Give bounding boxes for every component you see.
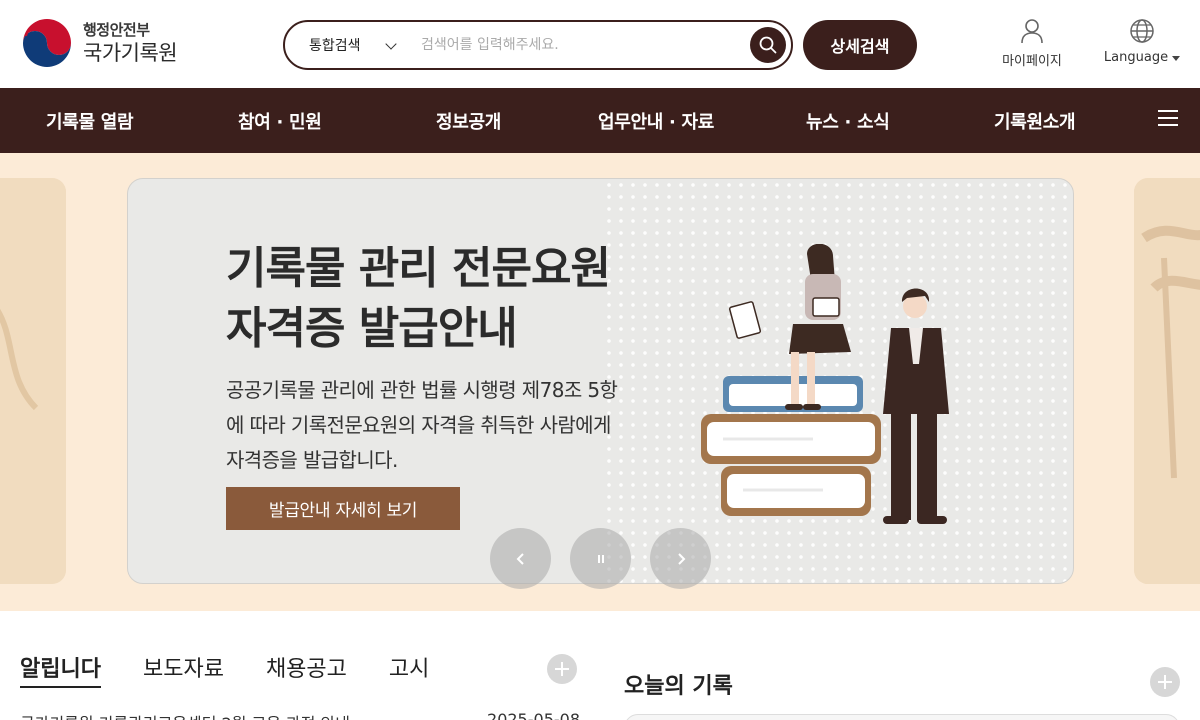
carousel-next-button[interactable] bbox=[650, 528, 711, 589]
search-icon bbox=[759, 36, 777, 54]
detail-search-button[interactable]: 상세검색 bbox=[803, 20, 917, 70]
banner-desc-line: 공공기록물 관리에 관한 법률 시행령 제78조 5항 bbox=[226, 378, 618, 402]
banner-desc-line: 자격증을 발급합니다. bbox=[226, 448, 398, 472]
today-record-title: 오늘의 기록 bbox=[624, 674, 733, 699]
banner-title: 기록물 관리 전문요원 자격증 발급안내 bbox=[226, 239, 611, 359]
notice-tabs: 알립니다 보도자료 채용공고 고시 bbox=[20, 651, 471, 688]
hamburger-menu-icon[interactable] bbox=[1158, 110, 1178, 128]
banner-title-line: 자격증 발급안내 bbox=[226, 303, 518, 354]
search-input[interactable] bbox=[407, 22, 750, 68]
globe-icon bbox=[1130, 19, 1154, 43]
tab-job-postings[interactable]: 채용공고 bbox=[266, 651, 347, 688]
banner-prev-slide-preview[interactable] bbox=[0, 178, 66, 584]
notice-item-date: 2025-05-08 bbox=[487, 710, 580, 720]
caret-down-icon bbox=[1172, 55, 1181, 61]
mypage-label: 마이페이지 bbox=[1002, 54, 1062, 69]
carousel-prev-button[interactable] bbox=[490, 528, 551, 589]
banner-cta-button[interactable]: 발급안내 자세히 보기 bbox=[226, 487, 460, 530]
nav-item-participation[interactable]: 참여 · 민원 bbox=[238, 88, 322, 153]
today-record-card[interactable] bbox=[624, 714, 1180, 720]
search-button[interactable] bbox=[750, 27, 786, 63]
site-logo[interactable]: 행정안전부 국가기록원 bbox=[20, 16, 178, 70]
notice-more-button[interactable] bbox=[547, 654, 577, 684]
logo-ministry-text: 행정안전부 bbox=[83, 20, 150, 39]
banner-carousel: 기록물 관리 전문요원 자격증 발급안내 공공기록물 관리에 관한 법률 시행령… bbox=[0, 153, 1200, 611]
search-category-label: 통합검색 bbox=[309, 38, 361, 54]
search-category-select[interactable]: 통합검색 bbox=[285, 22, 407, 68]
banner-desc-line: 에 따라 기록전문요원의 자격을 취득한 사람에게 bbox=[226, 413, 611, 437]
banner-slide-active: 기록물 관리 전문요원 자격증 발급안내 공공기록물 관리에 관한 법률 시행령… bbox=[127, 178, 1074, 584]
today-record-more-button[interactable] bbox=[1150, 667, 1180, 697]
tree-painting-image bbox=[1134, 178, 1200, 584]
mypage-link[interactable]: 마이페이지 bbox=[996, 18, 1068, 69]
people-on-books-illustration bbox=[701, 244, 949, 524]
nav-item-business-guide[interactable]: 업무안내 · 자료 bbox=[598, 88, 714, 153]
banner-next-slide-preview[interactable] bbox=[1134, 178, 1200, 584]
nav-item-records[interactable]: 기록물 열람 bbox=[46, 88, 134, 153]
list-item[interactable]: 국가기록원 기록관리교육센터 2월 교육 과정 안내 2025-05-08 bbox=[20, 710, 580, 720]
user-icon bbox=[1021, 19, 1043, 44]
notice-item-title: 국가기록원 기록관리교육센터 2월 교육 과정 안내 bbox=[20, 710, 350, 720]
taegeuk-logo-icon bbox=[21, 17, 73, 69]
banner-description: 공공기록물 관리에 관한 법률 시행령 제78조 5항 에 따라 기록전문요원의… bbox=[226, 373, 656, 478]
banner-title-line: 기록물 관리 전문요원 bbox=[226, 243, 611, 294]
tab-press-releases[interactable]: 보도자료 bbox=[143, 651, 224, 688]
chevron-right-icon bbox=[677, 552, 685, 565]
main-nav: 기록물 열람 참여 · 민원 정보공개 업무안내 · 자료 뉴스 · 소식 기록… bbox=[0, 88, 1200, 153]
chevron-left-icon bbox=[516, 552, 524, 565]
tab-announcements[interactable]: 알립니다 bbox=[20, 651, 101, 688]
landscape-painting-image bbox=[0, 178, 66, 584]
tab-public-notice[interactable]: 고시 bbox=[389, 651, 429, 688]
language-label: Language bbox=[1103, 50, 1169, 65]
nav-item-about[interactable]: 기록원소개 bbox=[994, 88, 1076, 153]
nav-item-info-disclosure[interactable]: 정보공개 bbox=[436, 88, 501, 153]
language-select[interactable]: Language bbox=[1098, 18, 1186, 65]
logo-org-text: 국가기록원 bbox=[83, 40, 178, 65]
site-header: 행정안전부 국가기록원 통합검색 상세검색 마이페이지 bbox=[0, 0, 1200, 88]
nav-item-news[interactable]: 뉴스 · 소식 bbox=[806, 88, 890, 153]
pause-icon bbox=[597, 554, 604, 563]
search-bar: 통합검색 bbox=[283, 20, 793, 70]
chevron-down-icon bbox=[385, 38, 397, 50]
carousel-pause-button[interactable] bbox=[570, 528, 631, 589]
